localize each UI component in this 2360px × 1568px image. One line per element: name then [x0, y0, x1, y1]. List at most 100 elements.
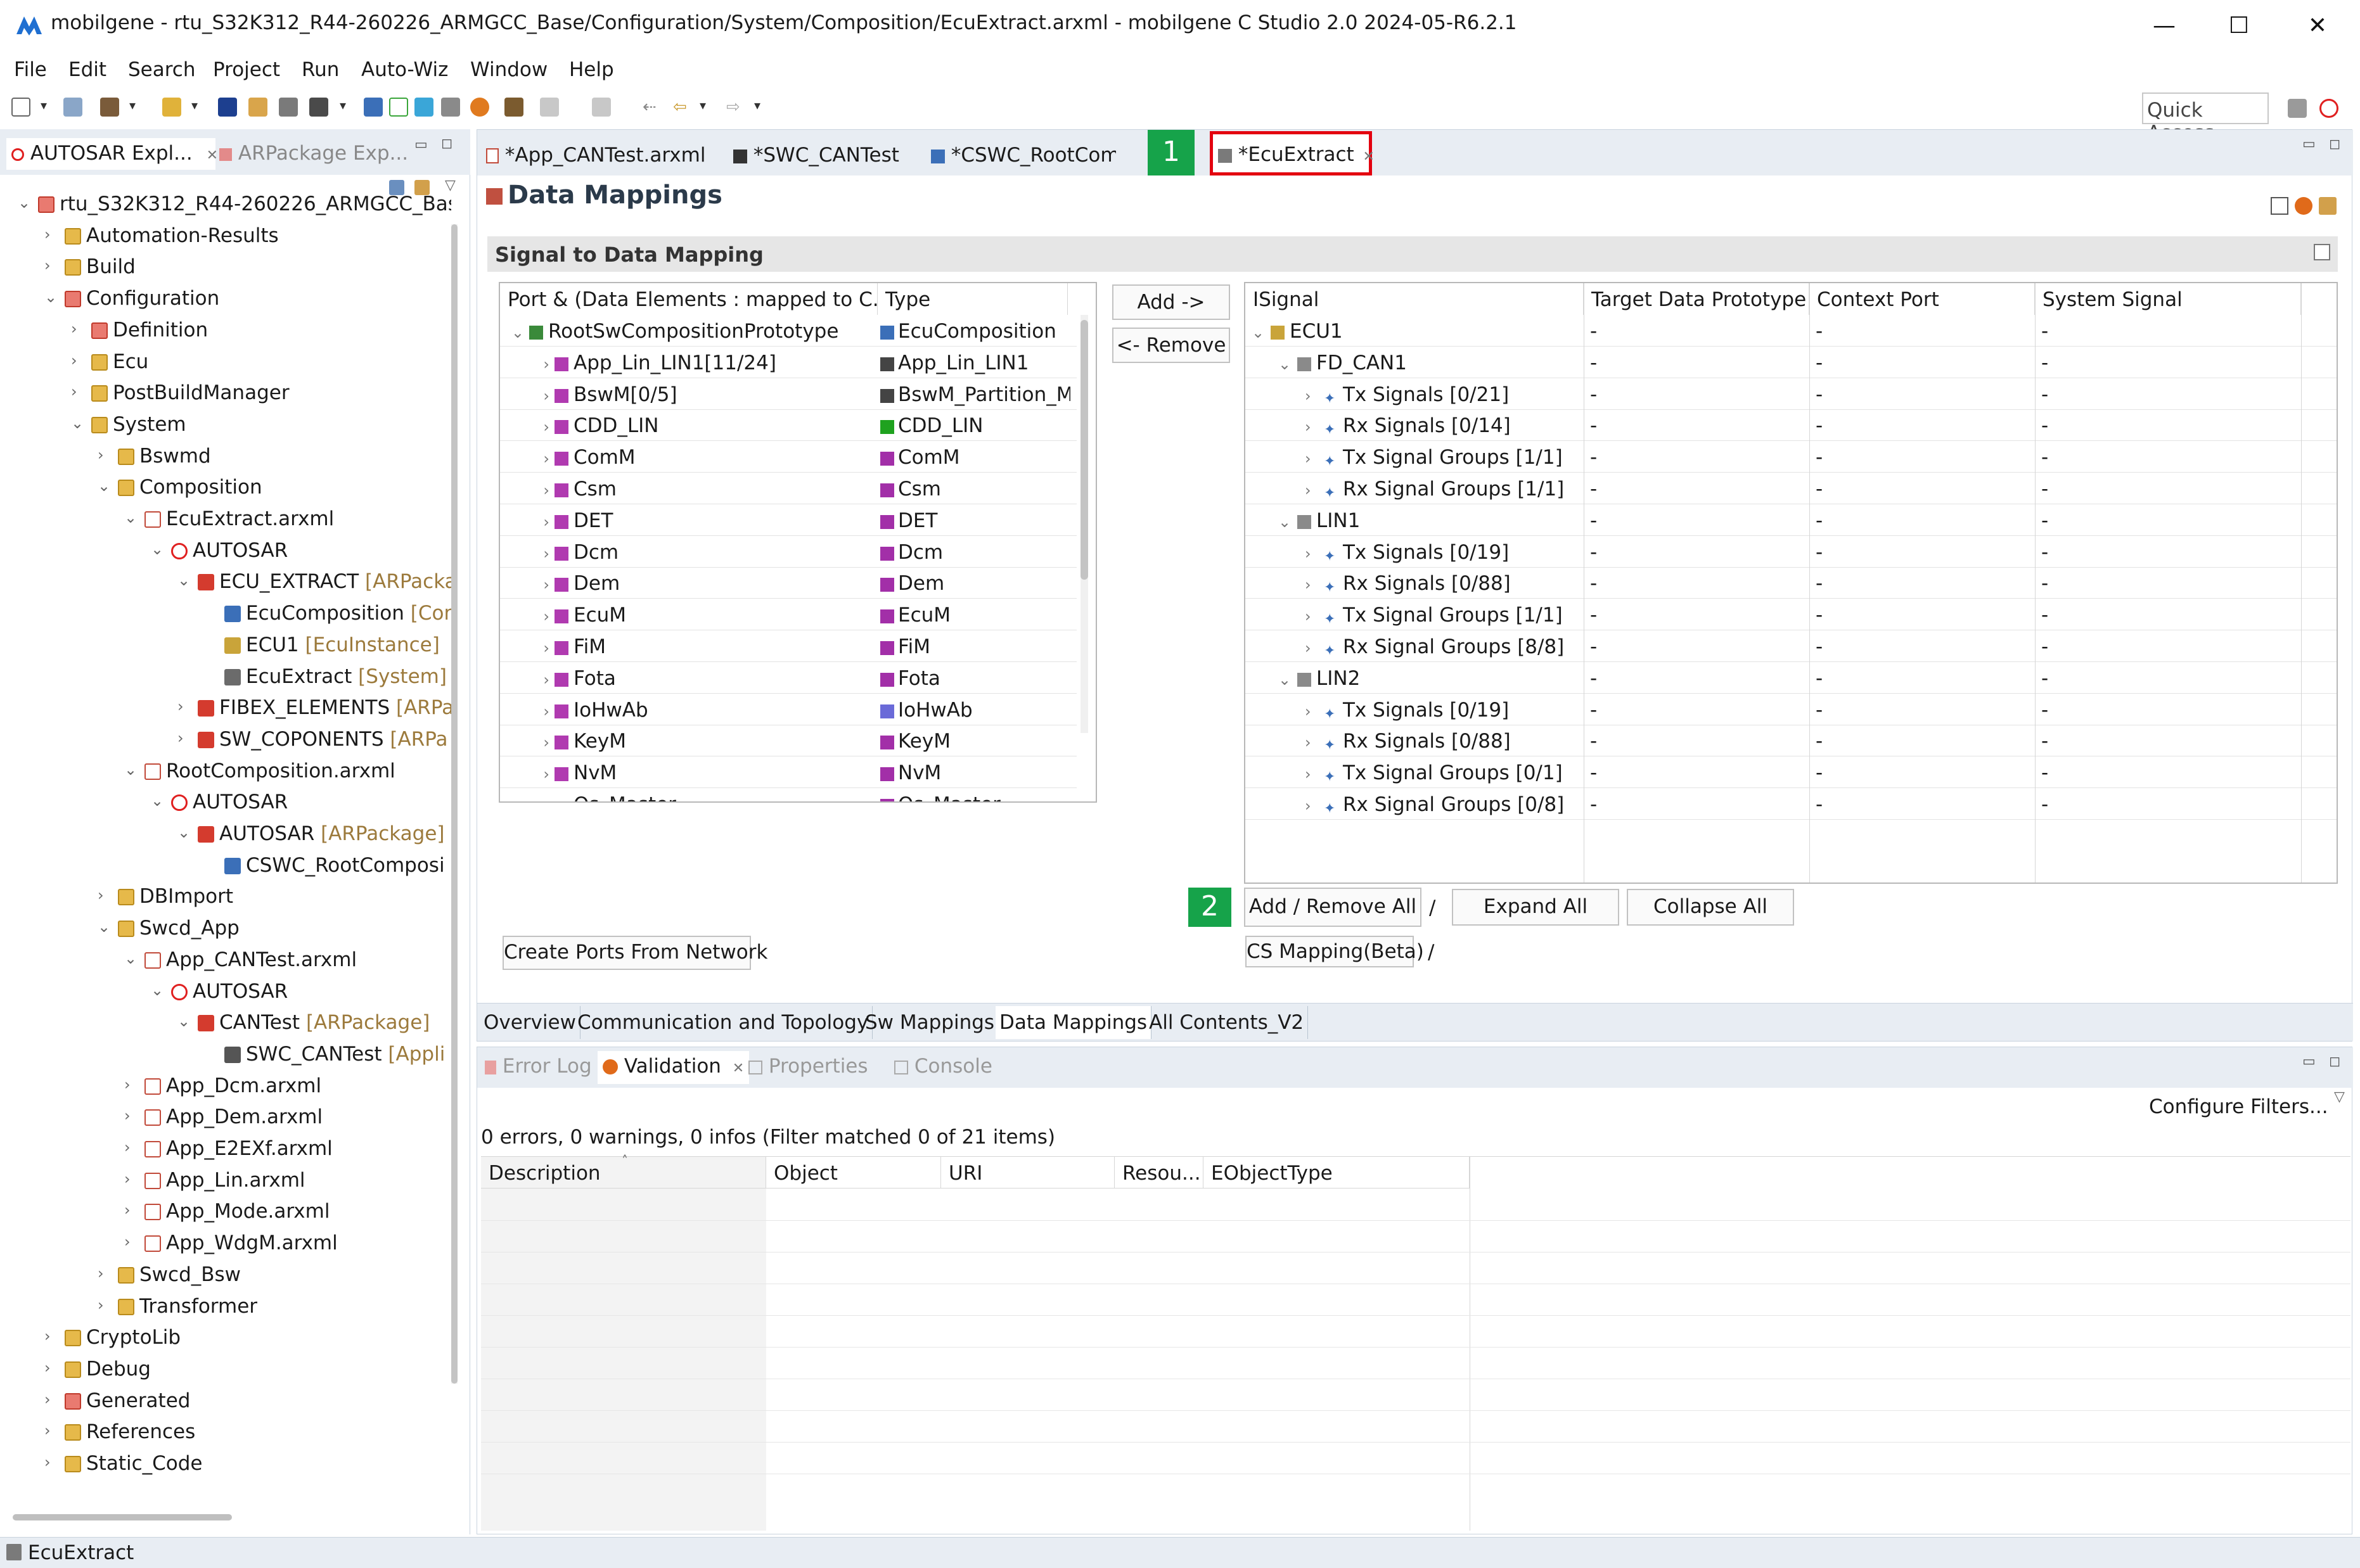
tree-item[interactable]: ⌄ Swcd_App — [98, 917, 240, 948]
menu-project[interactable]: Project — [213, 58, 280, 81]
table-row[interactable]: › Fota Fota — [500, 662, 1077, 694]
chevron-right-icon[interactable]: › — [44, 257, 51, 274]
chevron-right-icon[interactable]: › — [124, 1138, 131, 1156]
tab-overview[interactable]: Overview — [480, 1006, 580, 1039]
table-row[interactable]: › ComM ComM — [500, 441, 1077, 473]
chevron-right-icon[interactable]: › — [177, 698, 184, 715]
chevron-right-icon[interactable]: › — [98, 1296, 104, 1314]
tree-item[interactable]: › References — [44, 1420, 195, 1452]
column-header-eobjecttype[interactable]: EObjectType — [1203, 1157, 1470, 1189]
chevron-right-icon[interactable]: › — [44, 1453, 51, 1471]
link-icon[interactable] — [504, 98, 523, 117]
tree-item[interactable]: ⌄ AUTOSAR — [151, 980, 288, 1012]
chevron-right-icon[interactable]: › — [98, 886, 104, 904]
table-row[interactable]: › ✦ Tx Signals [0/19] - - - — [1245, 536, 2337, 568]
table-row[interactable]: › IoHwAb IoHwAb — [500, 694, 1077, 725]
chevron-down-icon[interactable]: ⌄ — [151, 981, 164, 999]
tree-item[interactable]: ⌄ AUTOSAR [ARPackage] — [177, 822, 445, 854]
tree-item[interactable]: › Ecu — [71, 350, 148, 382]
column-header-uri[interactable]: URI — [941, 1157, 1115, 1189]
tree-item[interactable]: › Transformer — [98, 1295, 257, 1327]
tab-error-log[interactable]: Error Log — [485, 1055, 592, 1078]
tab-all-contents[interactable]: All Contents_V2 — [1145, 1006, 1309, 1039]
table-row[interactable]: › ✦ Tx Signal Groups [1/1] - - - — [1245, 441, 2337, 473]
rect-icon[interactable] — [389, 98, 408, 117]
menu-search[interactable]: Search — [128, 58, 196, 81]
wand-icon[interactable] — [162, 98, 181, 117]
table-row[interactable]: › DET DET — [500, 504, 1077, 536]
chevron-right-icon[interactable]: › — [1305, 576, 1324, 594]
tab-communication-topology[interactable]: Communication and Topology — [574, 1006, 873, 1039]
remove-button[interactable]: <- Remove — [1112, 328, 1230, 363]
tab-data-mappings[interactable]: Data Mappings — [996, 1006, 1152, 1039]
tree-item[interactable]: SWC_CANTest [Appli — [224, 1043, 445, 1074]
section-menu-icon[interactable] — [2314, 244, 2330, 260]
tree-item[interactable]: › DBImport — [98, 885, 233, 917]
table-row[interactable]: ⌄ FD_CAN1 - - - — [1245, 347, 2337, 378]
chevron-right-icon[interactable]: › — [505, 418, 549, 436]
tab-swc-cantest[interactable]: *SWC_CANTest — [728, 137, 904, 173]
tree-item[interactable]: ⌄ AUTOSAR — [151, 539, 288, 571]
chevron-right-icon[interactable]: › — [44, 1359, 51, 1377]
chevron-down-icon[interactable]: ⌄ — [98, 477, 110, 495]
chevron-right-icon[interactable]: › — [1305, 765, 1324, 783]
column-header-isignal[interactable]: ISignal — [1245, 283, 1584, 315]
table-row[interactable]: › ✦ Rx Signal Groups [0/8] - - - — [1245, 788, 2337, 820]
tree-item[interactable]: ⌄ Composition — [98, 476, 262, 507]
validate-icon[interactable] — [279, 98, 298, 117]
chevron-right-icon[interactable]: › — [44, 1391, 51, 1408]
tree-item[interactable]: ⌄ App_CANTest.arxml — [124, 948, 357, 980]
minimize-view-icon[interactable]: ▭ — [2302, 136, 2316, 152]
tree-item[interactable]: › Build — [44, 255, 136, 287]
column-header-resource[interactable]: Resou... — [1115, 1157, 1203, 1189]
chevron-right-icon[interactable]: › — [1305, 734, 1324, 751]
tree-item[interactable]: ECU1 [EcuInstance] — [224, 634, 440, 665]
chevron-down-icon[interactable]: ⌄ — [1278, 355, 1297, 373]
table-row[interactable]: Os_Master Os_Master — [500, 788, 1077, 801]
chevron-right-icon[interactable]: › — [1305, 418, 1324, 436]
chevron-down-icon[interactable]: ⌄ — [505, 324, 524, 341]
cs-mapping-button[interactable]: CS Mapping(Beta) — [1245, 936, 1424, 967]
terminal-icon[interactable] — [218, 98, 237, 117]
chevron-right-icon[interactable]: › — [71, 320, 77, 338]
table-row[interactable]: › ✦ Tx Signals [0/21] - - - — [1245, 378, 2337, 410]
collapse-all-button[interactable]: Collapse All — [1627, 889, 1794, 926]
table-row[interactable]: › EcuM EcuM — [500, 599, 1077, 631]
table-row[interactable]: › Dem Dem — [500, 567, 1077, 599]
tree-item[interactable]: › App_Lin.arxml — [124, 1169, 305, 1201]
expand-all-button[interactable]: Expand All — [1452, 889, 1619, 926]
chevron-down-icon[interactable]: ⌄ — [151, 792, 164, 810]
chevron-right-icon[interactable]: › — [1305, 608, 1324, 625]
tree-item[interactable]: ⌄ rtu_S32K312_R44-260226_ARMGCC_Base — [18, 193, 451, 224]
table-row[interactable]: ⌄ LIN2 - - - — [1245, 662, 2337, 694]
table-row[interactable]: › BswM[0/5] BswM_Partition_M — [500, 378, 1077, 410]
tree-item[interactable]: › App_Dcm.arxml — [124, 1074, 321, 1106]
add-remove-all-button[interactable]: Add / Remove All — [1244, 888, 1421, 927]
tree-item[interactable]: › Swcd_Bsw — [98, 1263, 241, 1295]
chevron-down-icon[interactable]: ⌄ — [18, 194, 30, 212]
chevron-down-icon[interactable]: ⌄ — [1252, 324, 1271, 341]
chevron-right-icon[interactable]: › — [71, 383, 77, 400]
chevron-right-icon[interactable]: › — [1305, 703, 1324, 720]
tree-item[interactable]: › Static_Code — [44, 1452, 203, 1484]
chevron-right-icon[interactable]: › — [505, 703, 549, 720]
tab-app-cantest[interactable]: *App_CANTest.arxml — [481, 137, 710, 173]
tree-item[interactable]: ⌄ CANTest [ARPackage] — [177, 1011, 430, 1043]
chevron-down-icon[interactable]: ⌄ — [1278, 513, 1297, 531]
quick-access-input[interactable]: Quick Access — [2142, 92, 2269, 144]
chevron-down-icon[interactable]: ⌄ — [124, 950, 137, 967]
tree-item[interactable]: › CryptoLib — [44, 1326, 181, 1358]
chevron-right-icon[interactable]: › — [1305, 387, 1324, 405]
column-header-type[interactable]: Type — [878, 283, 1068, 315]
list-icon[interactable] — [364, 98, 383, 117]
chevron-down-icon[interactable]: ⌄ — [124, 761, 137, 779]
table-row[interactable]: › ✦ Tx Signal Groups [0/1] - - - — [1245, 756, 2337, 789]
chevron-right-icon[interactable]: › — [505, 576, 549, 594]
maximize-button[interactable]: ☐ — [2204, 5, 2274, 46]
help-icon[interactable] — [2295, 197, 2312, 215]
tree-item[interactable]: EcuExtract [System] — [224, 665, 447, 697]
tree-item[interactable]: ⌄ Configuration — [44, 287, 219, 319]
chevron-right-icon[interactable]: › — [124, 1076, 131, 1093]
table-row[interactable]: › ✦ Rx Signal Groups [8/8] - - - — [1245, 630, 2337, 662]
tree-item[interactable]: ⌄ AUTOSAR — [151, 791, 288, 822]
